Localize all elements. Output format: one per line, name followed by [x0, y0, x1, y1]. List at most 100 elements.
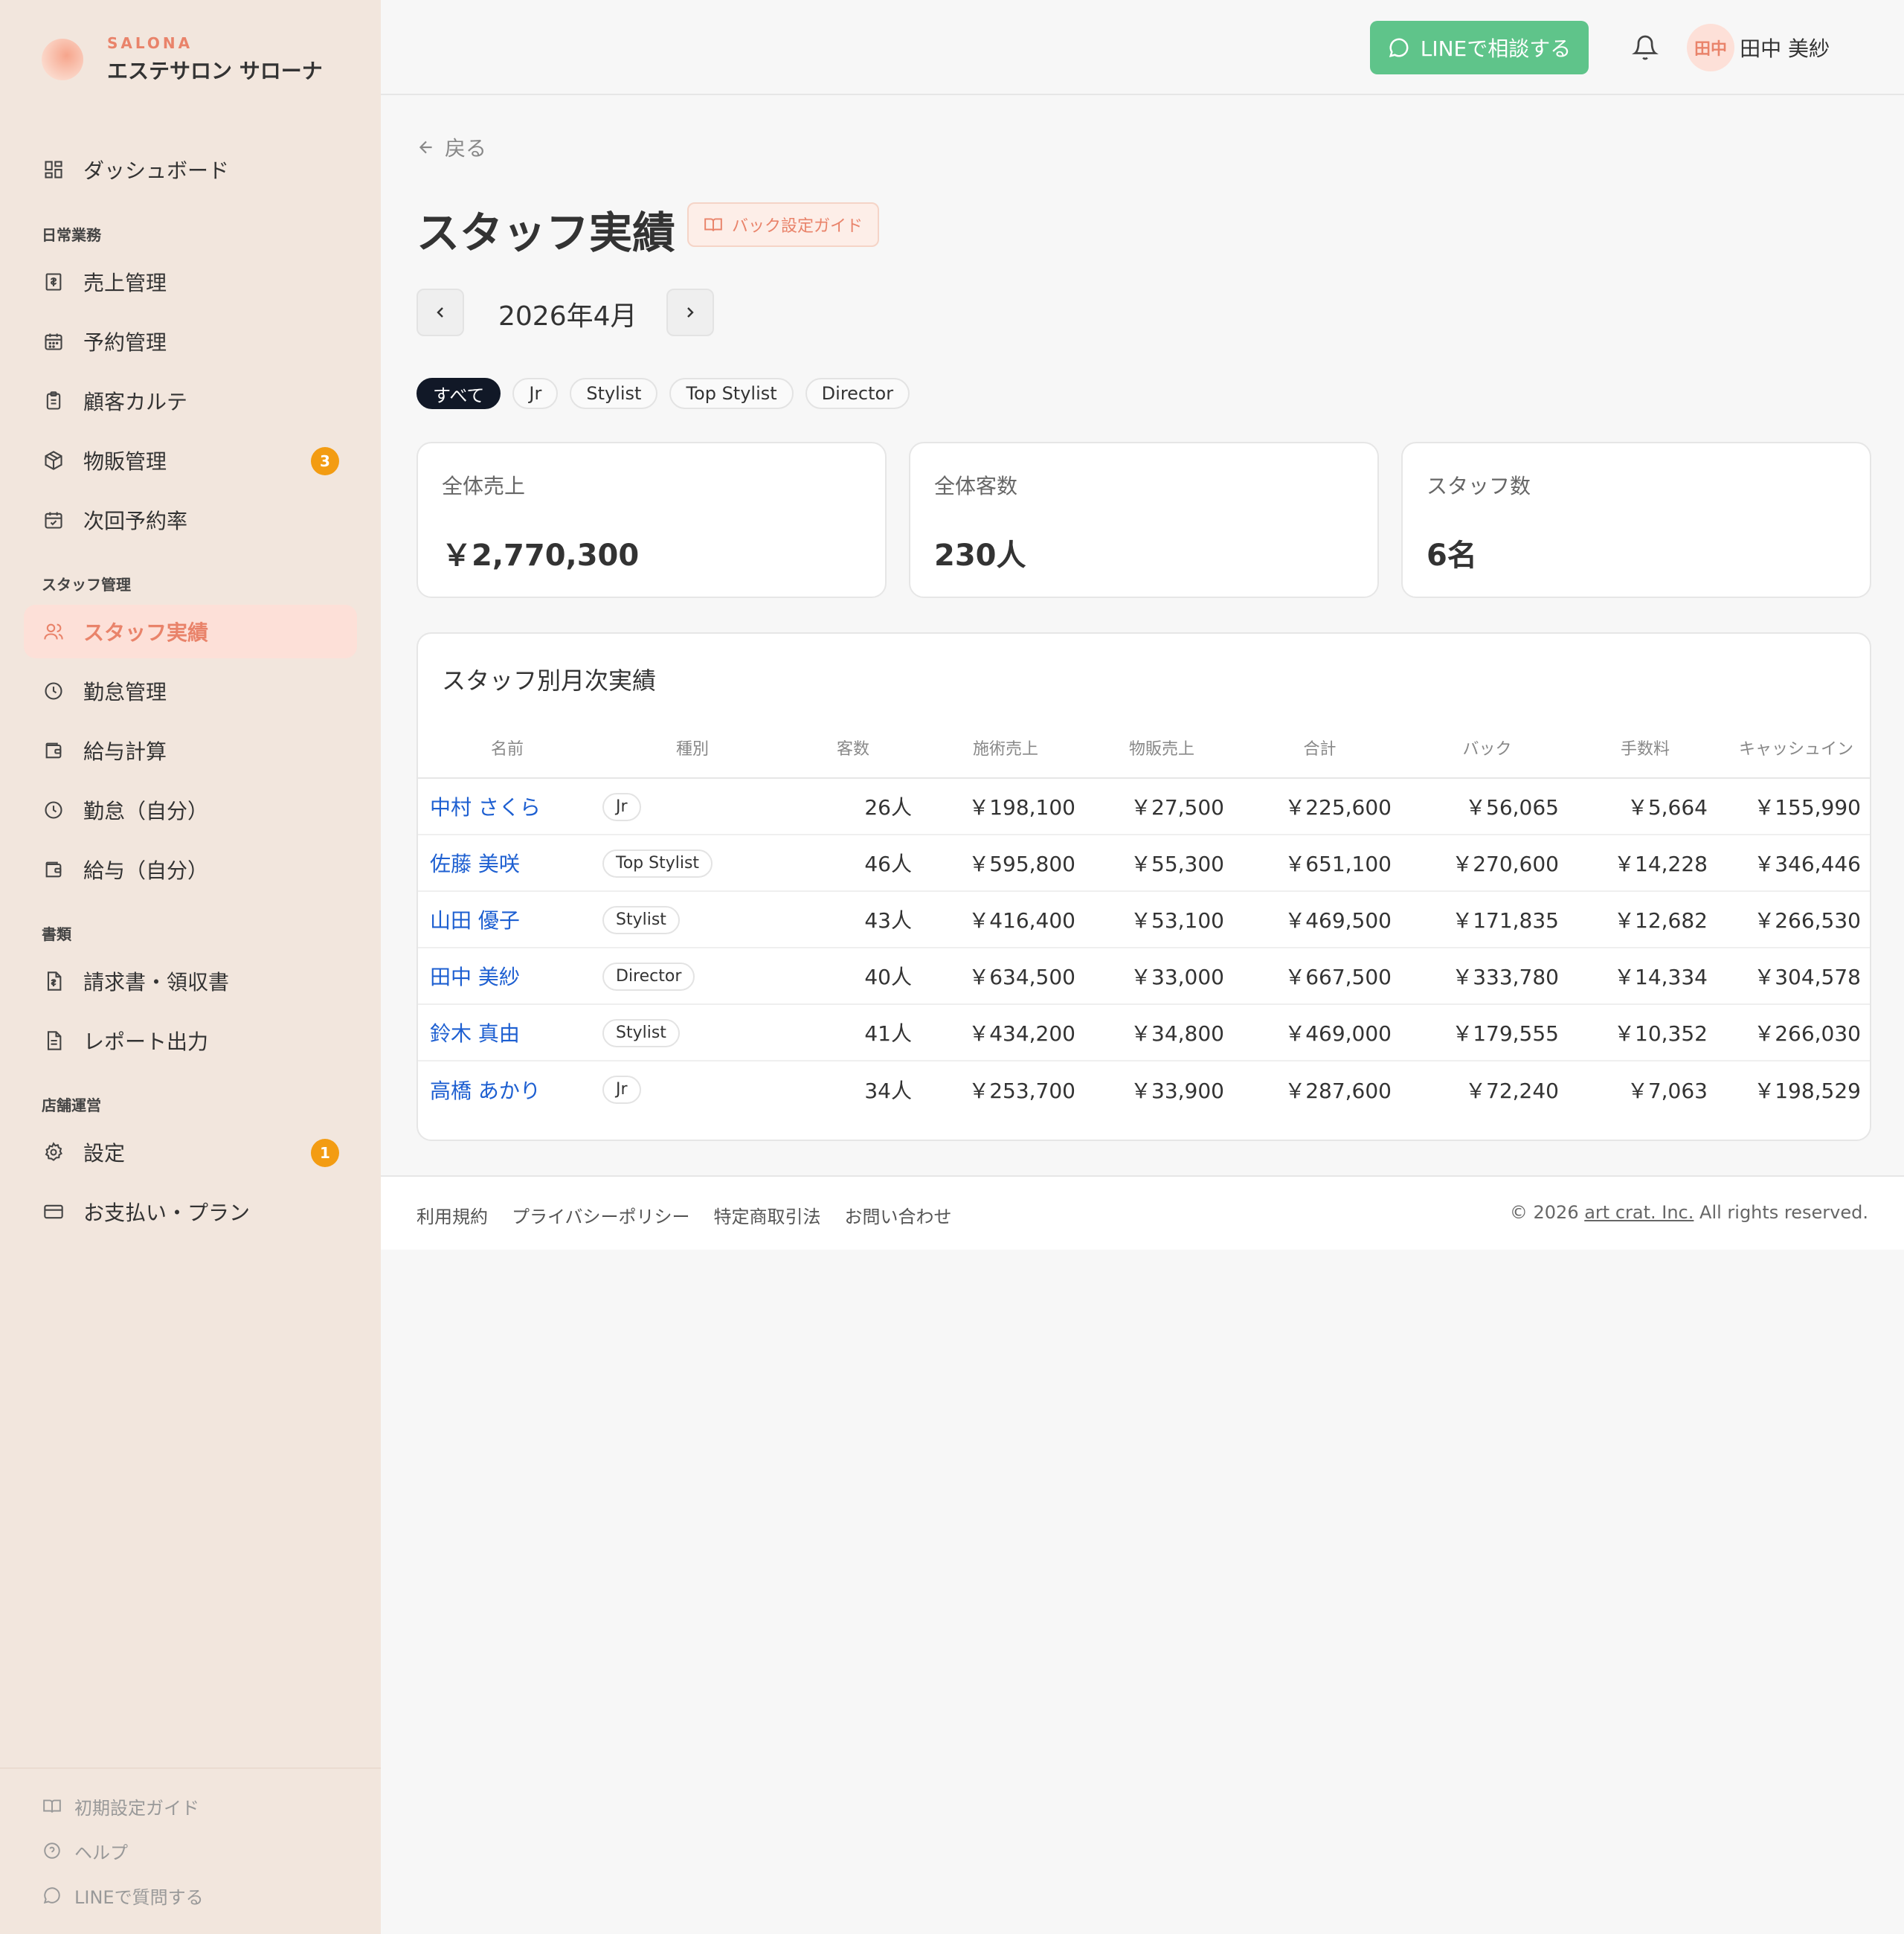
book-icon: [42, 1796, 62, 1816]
cell-cash-in: ￥266,030: [1720, 1004, 1870, 1061]
footer-link-terms[interactable]: 利用規約: [416, 1202, 488, 1228]
column-header[interactable]: バック: [1403, 717, 1571, 779]
sidebar-item-karte[interactable]: 顧客カルテ: [24, 374, 357, 428]
company-link[interactable]: art crat. Inc.: [1584, 1202, 1694, 1223]
message-circle-icon: [42, 1885, 62, 1906]
sidebar-item-dashboard[interactable]: ダッシュボード: [24, 143, 357, 196]
next-month-button[interactable]: [666, 289, 714, 336]
cell-back: ￥72,240: [1465, 1078, 1559, 1103]
filter-chip-director[interactable]: Director: [805, 378, 910, 409]
footer-link-privacy[interactable]: プライバシーポリシー: [512, 1202, 690, 1228]
cell-customers: 41人: [782, 1004, 924, 1061]
line-question-label: LINEで質問する: [74, 1886, 204, 1908]
column-header[interactable]: 手数料: [1571, 717, 1720, 779]
cell-total: ￥469,500: [1236, 891, 1403, 948]
sidebar-item-retail[interactable]: 物販管理 3: [24, 434, 357, 487]
back-setting-guide-button[interactable]: バック設定ガイド: [687, 202, 879, 247]
sidebar-item-my-attendance[interactable]: 勤怠（自分）: [24, 783, 357, 837]
setup-guide-link[interactable]: 初期設定ガイド: [42, 1791, 199, 1821]
table-row: 田中 美紗 Director 40人 ￥634,500 ￥33,000 ￥667…: [418, 948, 1870, 1005]
footer-link-commerce-law[interactable]: 特定商取引法: [714, 1202, 821, 1228]
filter-chip-top-stylist[interactable]: Top Stylist: [669, 378, 794, 409]
calendar-icon: [42, 330, 65, 353]
sidebar-item-attendance[interactable]: 勤怠管理: [24, 664, 357, 718]
cell-cash-in: ￥304,578: [1720, 948, 1870, 1005]
line-consult-button[interactable]: LINEで相談する: [1370, 21, 1589, 74]
bell-icon[interactable]: [1627, 30, 1663, 65]
sidebar-item-label: 次回予約率: [83, 509, 188, 533]
cell-customers: 46人: [782, 835, 924, 892]
sidebar-item-payment[interactable]: お支払い・プラン: [24, 1185, 357, 1239]
line-question-link[interactable]: LINEで質問する: [42, 1880, 204, 1910]
sidebar-item-label: 売上管理: [83, 271, 167, 295]
help-link[interactable]: ヘルプ: [42, 1836, 128, 1866]
staff-name-link[interactable]: 高橋 あかり: [430, 1079, 541, 1103]
staff-name-link[interactable]: 田中 美紗: [430, 965, 520, 989]
book-icon: [704, 215, 723, 234]
table-title: スタッフ別月次実績: [442, 666, 657, 695]
sidebar-item-report[interactable]: レポート出力: [24, 1014, 357, 1067]
column-header[interactable]: 名前: [418, 717, 596, 779]
column-header[interactable]: 種別: [596, 717, 782, 779]
stat-value: ￥2,770,300: [442, 539, 640, 573]
column-header[interactable]: 物販売上: [1087, 717, 1236, 779]
avatar[interactable]: 田中: [1687, 24, 1734, 71]
message-circle-icon: [1388, 36, 1410, 59]
cell-back: ￥179,555: [1403, 1004, 1571, 1061]
sidebar-item-staff-performance[interactable]: スタッフ実績: [24, 605, 357, 658]
cell-retail-sales: ￥55,300: [1087, 835, 1236, 892]
filter-chip-all[interactable]: すべて: [416, 378, 501, 409]
sidebar-item-payroll[interactable]: 給与計算: [24, 724, 357, 777]
current-month: 2026年4月: [498, 301, 637, 332]
cell-back: ￥171,835: [1403, 891, 1571, 948]
column-header[interactable]: 客数: [782, 717, 924, 779]
help-circle-icon: [42, 1840, 62, 1861]
column-header[interactable]: 合計: [1236, 717, 1403, 779]
sidebar-item-label: 設定: [83, 1141, 126, 1166]
prev-month-button[interactable]: [416, 289, 464, 336]
gear-icon: [42, 1140, 65, 1164]
sidebar-item-settings[interactable]: 設定 1: [24, 1125, 357, 1179]
cell-fee: ￥5,664: [1571, 778, 1720, 835]
footer-link-contact[interactable]: お問い合わせ: [845, 1202, 952, 1228]
role-filter-chips: すべて Jr Stylist Top Stylist Director: [416, 378, 922, 409]
sidebar-item-sales[interactable]: 売上管理: [24, 255, 357, 309]
cell-service-sales: ￥253,700: [968, 1078, 1075, 1103]
filter-chip-jr[interactable]: Jr: [512, 378, 559, 409]
staff-name-link[interactable]: 佐藤 美咲: [430, 852, 520, 876]
staff-name-link[interactable]: 中村 さくら: [430, 795, 541, 820]
sidebar-item-invoice[interactable]: 請求書・領収書: [24, 954, 357, 1008]
staff-name-link[interactable]: 鈴木 真由: [430, 1021, 520, 1046]
sidebar-item-label: 顧客カルテ: [83, 390, 188, 414]
sidebar-item-label: 勤怠（自分）: [83, 799, 209, 823]
package-icon: [42, 449, 65, 472]
back-link[interactable]: 戻る: [416, 132, 486, 162]
file-dollar-icon: [42, 969, 65, 993]
table-row: 鈴木 真由 Stylist 41人 ￥434,200 ￥34,800 ￥469,…: [418, 1004, 1870, 1061]
chevron-right-icon: [687, 307, 694, 318]
clock-icon: [42, 798, 65, 822]
cell-total: ￥469,000: [1236, 1004, 1403, 1061]
staff-name-link[interactable]: 山田 優子: [430, 908, 520, 933]
sidebar-item-reservation[interactable]: 予約管理: [24, 315, 357, 368]
guide-button-label: バック設定ガイド: [731, 217, 863, 236]
sidebar-item-label: レポート出力: [83, 1029, 209, 1054]
stat-label: 全体売上: [442, 474, 526, 498]
retail-count-badge: 3: [311, 447, 339, 475]
sidebar-item-my-salary[interactable]: 給与（自分）: [24, 843, 357, 896]
stat-value: 230人: [934, 539, 1026, 573]
brand[interactable]: SALONA エステサロン サローナ: [42, 30, 323, 89]
copyright-suffix: All rights reserved.: [1694, 1202, 1868, 1223]
user-name[interactable]: 田中 美紗: [1740, 33, 1830, 62]
sidebar-item-next-rate[interactable]: 次回予約率: [24, 493, 357, 547]
brand-name-en: SALONA: [107, 34, 193, 52]
page-footer: 利用規約 プライバシーポリシー 特定商取引法 お問い合わせ © 2026 art…: [381, 1175, 1904, 1250]
column-header[interactable]: キャッシュイン: [1720, 717, 1870, 779]
cell-cash-in: ￥198,529: [1754, 1078, 1861, 1103]
column-header[interactable]: 施術売上: [924, 717, 1087, 779]
staff-monthly-table: 名前 種別 客数 施術売上 物販売上 合計 バック 手数料 キャッシュイン 中村…: [418, 717, 1870, 1117]
arrow-left-icon: [416, 138, 436, 157]
filter-chip-stylist[interactable]: Stylist: [570, 378, 658, 409]
stat-card-total-sales: 全体売上 ￥2,770,300: [416, 442, 887, 598]
wallet-icon: [42, 739, 65, 762]
